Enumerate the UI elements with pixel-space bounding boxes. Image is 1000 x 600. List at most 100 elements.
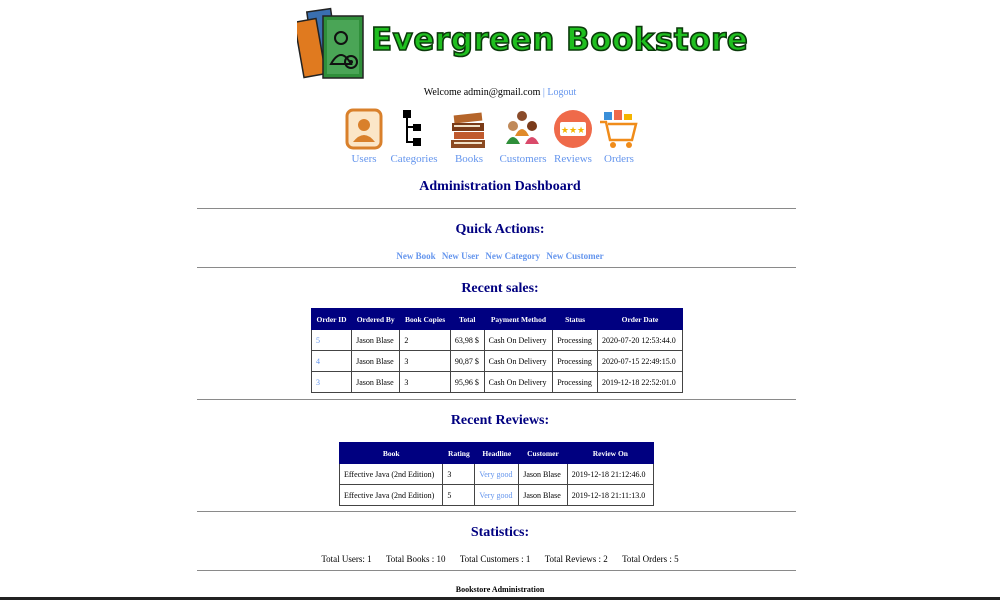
table-cell: Processing [552,350,598,372]
table-cell: 2020-07-15 22:49:15.0 [597,350,683,372]
table-cell: 90,87 $ [449,350,485,372]
table-cell: Processing [552,329,598,351]
column-header: Order ID [310,308,353,330]
admin-menu: Users Categories Books Customers ★★★ Rev… [338,108,648,168]
column-header: Ordered By [351,308,401,330]
recent-sales-title: Recent sales: [461,281,539,296]
table-header-row: Book Rating Headline Customer Review On [338,442,655,464]
table-row: 4 Jason Blase 3 90,87 $ Cash On Delivery… [310,350,683,372]
table-cell: Effective Java (2nd Edition) [338,463,444,485]
hierarchy-icon [403,110,421,146]
nav-customers-label: Customers [499,153,547,165]
table-cell: 2 [399,329,451,351]
column-header: Book Copies [399,308,451,330]
statistics-title: Statistics: [470,525,530,540]
footer-text: Bookstore Administration [455,585,545,594]
table-cell: Processing [552,371,598,393]
table-cell: 2019-12-18 21:11:13.0 [566,484,655,506]
column-header: Order Date [597,308,683,330]
table-cell: 63,98 $ [449,329,485,351]
books-icon [451,112,485,148]
shopping-cart-icon [600,110,638,148]
column-header: Rating [442,442,476,464]
column-header: Total [449,308,485,330]
table-cell: Cash On Delivery [483,371,554,393]
table-cell: 2020-07-20 12:53:44.0 [597,329,683,351]
recent-sales-table: Order ID Ordered By Book Copies Total Pa… [310,308,683,393]
divider [197,267,796,268]
order-id-link[interactable]: 3 [316,378,320,387]
table-cell: 3 [399,371,451,393]
column-header: Headline [474,442,520,464]
recent-reviews-title: Recent Reviews: [450,413,550,428]
user-icon [345,108,383,150]
table-row: 5 Jason Blase 2 63,98 $ Cash On Delivery… [310,329,683,351]
divider [197,570,796,571]
column-header: Book [338,442,444,464]
table-cell: 3 [399,350,451,372]
nav-orders-label: Orders [604,153,634,165]
column-header: Status [552,308,598,330]
divider [197,511,796,512]
nav-reviews[interactable]: ★★★ Reviews [550,108,596,165]
table-cell: Cash On Delivery [483,329,554,351]
recent-reviews-table: Book Rating Headline Customer Review On … [338,442,655,506]
welcome-text: Welcome admin@gmail.com [423,87,541,98]
nav-books-label: Books [454,153,484,165]
review-headline-link[interactable]: Very good [479,491,512,500]
divider [197,208,796,209]
total-customers: Total Customers : 1 [459,554,531,564]
table-cell: 95,96 $ [449,371,485,393]
page-title: Administration Dashboard [419,179,581,194]
table-cell: 2019-12-18 21:12:46.0 [566,463,655,485]
nav-categories[interactable]: Categories [390,108,438,165]
table-row: 3 Jason Blase 3 95,96 $ Cash On Delivery… [310,371,683,393]
column-header: Payment Method [483,308,554,330]
table-cell: 2019-12-18 22:52:01.0 [597,371,683,393]
total-orders: Total Orders : 5 [622,554,679,564]
review-headline-link[interactable]: Very good [479,470,512,479]
table-cell: Cash On Delivery [483,350,554,372]
nav-books[interactable]: Books [446,108,492,165]
quick-actions-title: Quick Actions: [455,222,545,237]
table-cell: 3 [442,463,476,485]
table-cell: Jason Blase [351,350,401,372]
review-stars-icon: ★★★ [554,110,592,148]
order-id-link[interactable]: 5 [316,336,320,345]
nav-orders[interactable]: Orders [596,108,642,165]
total-users: Total Users: 1 [321,554,372,564]
column-header: Review On [566,442,655,464]
order-id-link[interactable]: 4 [316,357,320,366]
new-book-link[interactable]: New Book [396,251,435,261]
quick-actions: New Book New User New Category New Custo… [0,251,1000,261]
welcome-bar: Welcome admin@gmail.com | Logout [0,87,1000,98]
new-category-link[interactable]: New Category [485,251,540,261]
bookstore-logo-icon [297,7,364,79]
svg-text:★★★: ★★★ [561,126,585,136]
table-row: Effective Java (2nd Edition) 5 Very good… [338,484,655,506]
table-cell: Jason Blase [351,329,401,351]
customers-icon [506,111,539,144]
new-user-link[interactable]: New User [442,251,479,261]
total-reviews: Total Reviews : 2 [544,554,608,564]
total-books: Total Books : 10 [385,554,446,564]
new-customer-link[interactable]: New Customer [546,251,603,261]
nav-customers[interactable]: Customers [498,108,548,165]
divider [197,399,796,400]
nav-users-label: Users [351,153,377,165]
table-cell: Effective Java (2nd Edition) [338,484,444,506]
table-cell: 5 [442,484,476,506]
logo[interactable]: Evergreen Bookstore [297,6,749,82]
nav-reviews-label: Reviews [554,153,592,165]
table-row: Effective Java (2nd Edition) 3 Very good… [338,463,655,485]
nav-categories-label: Categories [390,153,438,165]
table-cell: Jason Blase [518,463,568,485]
table-cell: Jason Blase [351,371,401,393]
logout-link[interactable]: Logout [547,87,576,98]
column-header: Customer [518,442,568,464]
separator: | [542,87,545,98]
nav-users[interactable]: Users [338,108,390,165]
table-cell: Jason Blase [518,484,568,506]
statistics: Total Users: 1 Total Books : 10 Total Cu… [0,554,1000,564]
table-header-row: Order ID Ordered By Book Copies Total Pa… [310,308,683,330]
